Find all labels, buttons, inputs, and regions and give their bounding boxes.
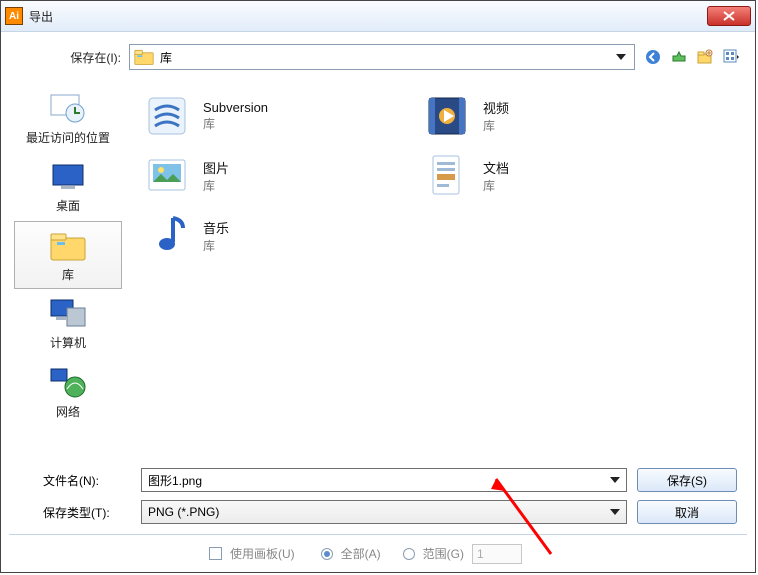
filetype-select[interactable]: PNG (*.PNG) [141,500,627,524]
use-artboard-label: 使用画板(U) [230,545,295,562]
recent-icon [47,91,89,127]
item-name: 文档 [483,158,509,177]
filetype-label: 保存类型(T): [19,504,131,521]
footer: 使用画板(U) 全部(A) 范围(G) [9,534,747,572]
save-in-label: 保存在(I): [9,49,121,66]
location-dropdown[interactable]: 库 [129,44,635,70]
list-item[interactable]: 文档 库 [419,146,699,206]
nav-icons [643,47,747,67]
titlebar: Ai 导出 [1,1,755,31]
network-icon [47,365,89,401]
videos-icon [423,92,471,140]
dialog-content: 保存在(I): 库 [1,31,755,572]
form-area: 文件名(N): 图形1.png 保存(S) 保存类型(T): PNG (*.PN… [9,460,747,534]
places-bar: 最近访问的位置 桌面 库 [9,78,127,460]
app-icon: Ai [5,7,23,25]
back-icon [645,49,661,65]
place-computer-label: 计算机 [50,336,86,350]
music-icon [143,212,191,260]
item-name: Subversion [203,100,268,115]
chevron-down-icon [616,54,626,60]
back-button[interactable] [643,47,663,67]
save-in-row: 保存在(I): 库 [9,40,747,74]
place-libraries-label: 库 [62,268,74,282]
main-area: 最近访问的位置 桌面 库 [9,78,747,460]
filename-label: 文件名(N): [19,472,131,489]
save-button[interactable]: 保存(S) [637,468,737,492]
range-label: 范围(G) [423,545,464,562]
pictures-icon [143,152,191,200]
place-network-label: 网络 [56,405,80,419]
range-radio[interactable] [403,548,415,560]
up-icon [671,49,687,65]
place-desktop[interactable]: 桌面 [14,152,122,220]
filename-value: 图形1.png [148,472,202,489]
desktop-icon [47,159,89,195]
use-artboard-checkbox[interactable] [209,547,222,560]
item-name: 音乐 [203,218,229,237]
chevron-down-icon [610,477,620,483]
filename-input[interactable]: 图形1.png [141,468,627,492]
location-text: 库 [160,49,610,66]
place-recent-label: 最近访问的位置 [26,131,110,145]
window-title: 导出 [29,8,53,25]
item-type: 库 [203,237,229,254]
list-item[interactable]: 音乐 库 [139,206,419,266]
up-button[interactable] [669,47,689,67]
item-type: 库 [483,117,509,134]
filetype-value: PNG (*.PNG) [148,505,219,519]
list-item[interactable]: 视频 库 [419,86,699,146]
new-folder-icon [697,49,713,65]
chevron-down-icon [610,509,620,515]
export-dialog: Ai 导出 保存在(I): 库 [0,0,756,573]
list-item[interactable]: 图片 库 [139,146,419,206]
place-desktop-label: 桌面 [56,199,80,213]
item-type: 库 [483,177,509,194]
libraries-folder-icon [134,48,154,66]
close-button[interactable] [707,6,751,26]
place-recent[interactable]: 最近访问的位置 [14,84,122,152]
place-libraries[interactable]: 库 [14,221,122,289]
list-item[interactable]: Subversion 库 [139,86,419,146]
documents-icon [423,152,471,200]
views-icon [723,49,739,65]
item-name: 图片 [203,158,229,177]
item-type: 库 [203,177,229,194]
new-folder-button[interactable] [695,47,715,67]
item-type: 库 [203,115,268,132]
file-list[interactable]: Subversion 库 视频 库 [127,78,747,460]
subversion-icon [143,92,191,140]
range-input[interactable] [472,544,522,564]
all-label: 全部(A) [341,545,381,562]
place-computer[interactable]: 计算机 [14,289,122,357]
all-radio[interactable] [321,548,333,560]
close-icon [723,11,735,21]
cancel-button[interactable]: 取消 [637,500,737,524]
computer-icon [47,296,89,332]
libraries-icon [47,228,89,264]
item-name: 视频 [483,98,509,117]
place-network[interactable]: 网络 [14,358,122,426]
views-button[interactable] [721,47,741,67]
